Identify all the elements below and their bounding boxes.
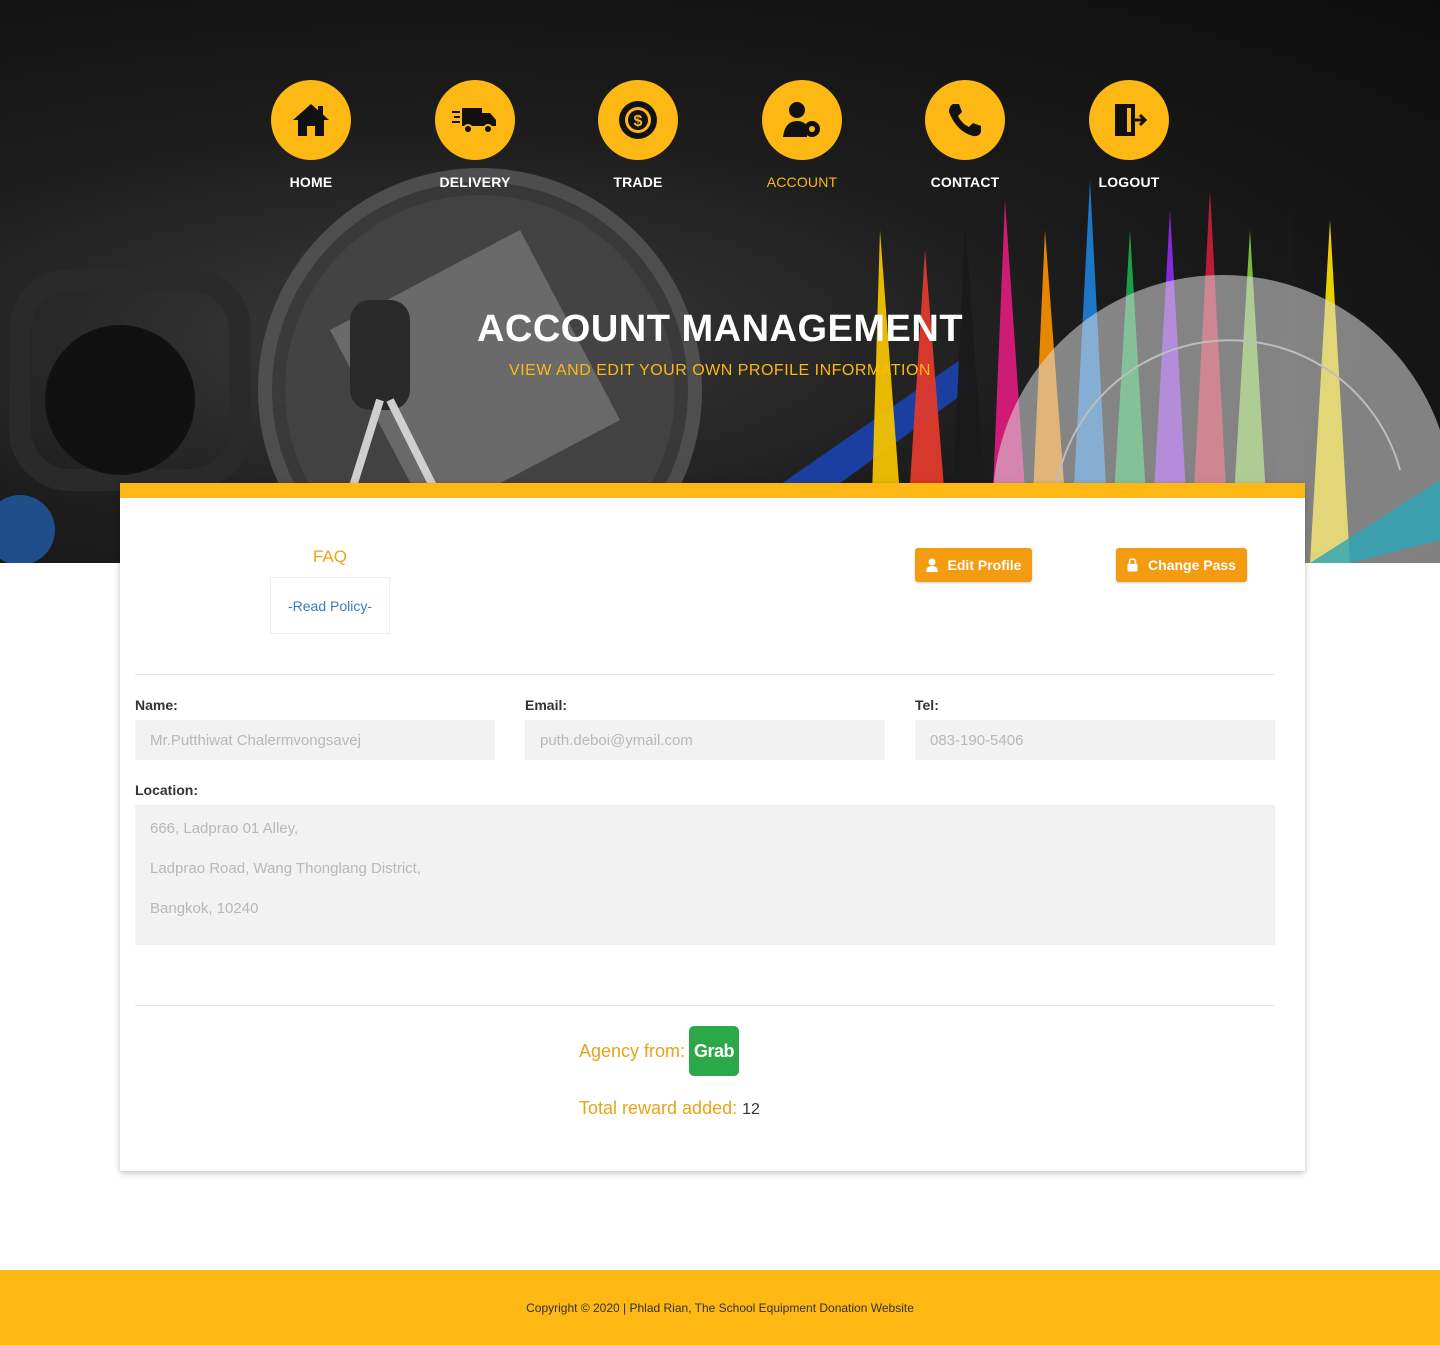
tel-field[interactable]: 083-190-5406 — [915, 720, 1275, 760]
location-field[interactable]: 666, Ladprao 01 Alley, Ladprao Road, Wan… — [135, 805, 1275, 945]
agency-label: Agency from: — [579, 1040, 686, 1061]
copyright-text: Copyright © 2020 | Phlad Rian, The Schoo… — [526, 1300, 914, 1315]
divider — [135, 1005, 1275, 1006]
user-icon — [925, 558, 938, 572]
svg-text:$: $ — [634, 113, 643, 130]
nav-label-home: HOME — [289, 174, 333, 190]
edit-profile-label: Edit Profile — [947, 557, 1022, 573]
location-line: Bangkok, 10240 — [150, 900, 259, 917]
main-nav: HOME DELIVERY $ TRADE ACCOUNT CONTACT LO… — [0, 80, 1440, 200]
grab-logo-text: Grab — [694, 1040, 735, 1061]
nav-circle — [271, 80, 351, 160]
change-pass-label: Change Pass — [1148, 557, 1236, 573]
nav-circle — [435, 80, 515, 160]
reward-row: Total reward added: 12 — [579, 1098, 760, 1119]
email-field[interactable]: puth.deboi@ymail.com — [525, 720, 885, 760]
nav-item-contact[interactable]: CONTACT — [895, 80, 1035, 190]
page-subtitle: VIEW AND EDIT YOUR OWN PROFILE INFORMATI… — [509, 362, 931, 379]
tel-label: Tel: — [915, 697, 939, 713]
lock-icon — [1127, 558, 1138, 572]
location-line: 666, Ladprao 01 Alley, — [150, 820, 299, 837]
nav-circle: $ — [598, 80, 678, 160]
nav-label-logout: LOGOUT — [1098, 174, 1160, 190]
edit-profile-button[interactable]: Edit Profile — [915, 548, 1032, 582]
email-label: Email: — [525, 697, 568, 713]
agency-row: Agency from: Grab — [579, 1026, 740, 1076]
account-card: FAQ -Read Policy- Edit Profile Change Pa… — [120, 483, 1305, 1171]
hero-banner: HOME DELIVERY $ TRADE ACCOUNT CONTACT LO… — [0, 0, 1440, 563]
footer: Copyright © 2020 | Phlad Rian, The Schoo… — [0, 1270, 1440, 1345]
change-pass-button[interactable]: Change Pass — [1116, 548, 1247, 582]
location-line: Ladprao Road, Wang Thonglang District, — [150, 860, 421, 877]
home-icon — [293, 104, 329, 136]
user-gear-icon — [783, 102, 820, 137]
reward-value: 12 — [742, 1101, 760, 1118]
read-policy-link[interactable]: -Read Policy- — [270, 577, 390, 634]
nav-label-account: ACCOUNT — [766, 174, 838, 190]
nav-circle — [1089, 80, 1169, 160]
nav-item-home[interactable]: HOME — [241, 80, 381, 190]
nav-item-logout[interactable]: LOGOUT — [1059, 80, 1199, 190]
nav-circle — [925, 80, 1005, 160]
name-field[interactable]: Mr.Putthiwat Chalermvongsavej — [135, 720, 495, 760]
faq-title: FAQ — [312, 547, 347, 566]
nav-circle — [762, 80, 842, 160]
nav-label-contact: CONTACT — [930, 174, 1000, 190]
delivery-truck-icon — [452, 108, 496, 134]
location-label: Location: — [135, 782, 198, 798]
nav-item-delivery[interactable]: DELIVERY — [405, 80, 545, 190]
divider — [135, 674, 1275, 675]
nav-label-trade: TRADE — [613, 174, 663, 190]
phone-icon — [949, 104, 981, 137]
dollar-badge-icon: $ — [619, 101, 657, 139]
reward-label: Total reward added: — [579, 1098, 738, 1118]
grab-logo: Grab — [689, 1026, 740, 1076]
nav-item-account[interactable]: ACCOUNT — [732, 80, 872, 190]
door-exit-icon — [1115, 104, 1148, 136]
nav-label-delivery: DELIVERY — [439, 174, 511, 190]
name-label: Name: — [135, 697, 178, 713]
page-title: ACCOUNT MANAGEMENT — [476, 308, 964, 350]
nav-item-trade[interactable]: $ TRADE — [568, 80, 708, 190]
